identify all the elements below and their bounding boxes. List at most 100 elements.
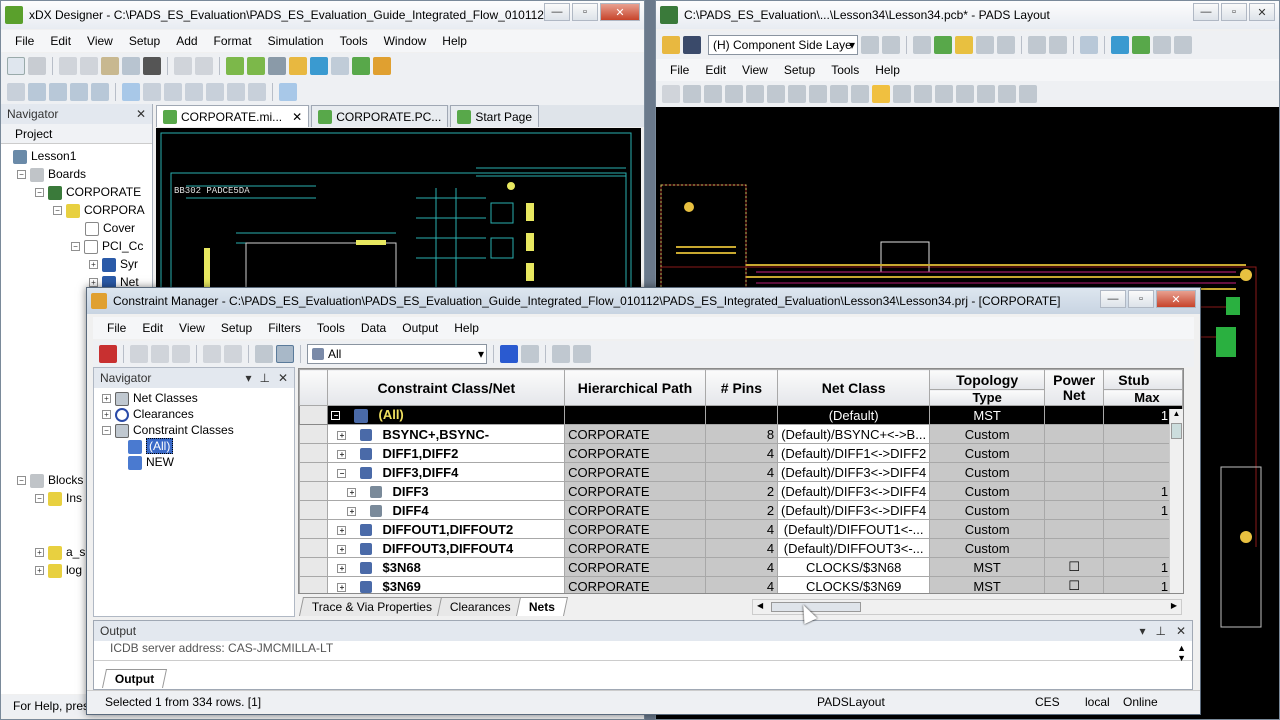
collapse-icon[interactable]: −: [337, 468, 347, 478]
cell-name[interactable]: − DIFF3,DIFF4: [327, 462, 566, 482]
menu-edit[interactable]: Edit: [697, 63, 734, 77]
cell-path[interactable]: CORPORATE: [564, 500, 706, 520]
close-icon[interactable]: ✕: [278, 371, 288, 385]
text-icon[interactable]: [206, 83, 224, 101]
binoculars-icon[interactable]: [143, 57, 161, 75]
row-selector[interactable]: [299, 405, 329, 425]
table-row[interactable]: + DIFFOUT1,DIFFOUT2 CORPORATE 4 (Default)/DI…: [299, 519, 1183, 539]
bus-icon[interactable]: [164, 83, 182, 101]
row-selector[interactable]: [299, 481, 329, 501]
symbol-icon[interactable]: [227, 83, 245, 101]
cell-power[interactable]: [1044, 443, 1105, 463]
row-selector[interactable]: [299, 462, 329, 482]
expand-icon[interactable]: +: [337, 449, 347, 459]
row-selector[interactable]: [299, 443, 329, 463]
layer-settings-icon[interactable]: [861, 36, 879, 54]
col-header-stub-max[interactable]: Max: [1103, 389, 1183, 406]
cell-power[interactable]: [1044, 481, 1105, 501]
dashboard-icon[interactable]: [500, 345, 518, 363]
distribute-icon[interactable]: [977, 85, 995, 103]
scroll-left-icon[interactable]: ◀: [757, 601, 763, 610]
cut-icon[interactable]: [59, 57, 77, 75]
table-row[interactable]: + DIFFOUT3,DIFFOUT4 CORPORATE 4 (Default)/DI…: [299, 538, 1183, 558]
cell-name[interactable]: + $3N68: [327, 557, 566, 577]
col-header-stub[interactable]: Stub: [1103, 369, 1183, 390]
cell-netclass[interactable]: (Default)/DIFF3<->DIFF4: [777, 481, 931, 501]
menu-help[interactable]: Help: [434, 34, 475, 48]
schematic-canvas[interactable]: BB302 PADCE5DA: [156, 128, 641, 298]
cell-power[interactable]: [1044, 462, 1105, 482]
cell-netclass[interactable]: (Default): [777, 405, 931, 425]
menu-setup[interactable]: Setup: [776, 63, 823, 77]
col-header-topology-type[interactable]: Type: [929, 389, 1046, 406]
paste-icon[interactable]: [101, 57, 119, 75]
layout-icon[interactable]: [352, 57, 370, 75]
tab-corporate-mi[interactable]: CORPORATE.mi... ✕: [156, 105, 310, 127]
minimize-button[interactable]: —: [544, 3, 570, 21]
cell-name[interactable]: + DIFF4: [327, 500, 566, 520]
cell-pins[interactable]: 4: [704, 538, 779, 558]
array-icon[interactable]: [998, 85, 1016, 103]
cell-topology[interactable]: Custom: [929, 538, 1046, 558]
cell-topology[interactable]: Custom: [929, 443, 1046, 463]
via-icon[interactable]: [935, 85, 953, 103]
row-selector[interactable]: [299, 424, 329, 444]
expand-icon[interactable]: +: [337, 430, 347, 440]
cell-netclass[interactable]: (Default)/DIFFOUT3<-...: [777, 538, 931, 558]
menu-tools[interactable]: Tools: [332, 34, 376, 48]
collapse-icon[interactable]: −: [17, 170, 26, 180]
col-header-name[interactable]: Constraint Class/Net: [327, 369, 566, 406]
pan-icon[interactable]: [91, 83, 109, 101]
design-icon[interactable]: [955, 36, 973, 54]
cell-path[interactable]: CORPORATE: [564, 576, 706, 593]
table-row[interactable]: + BSYNC+,BSYNC- CORPORATE 8 (Default)/BSYNC+…: [299, 424, 1183, 444]
close-button[interactable]: ✕: [1249, 3, 1275, 21]
pointer-icon[interactable]: [662, 85, 680, 103]
menu-edit[interactable]: Edit: [134, 321, 171, 335]
menu-view[interactable]: View: [79, 34, 121, 48]
cell-power[interactable]: ☐: [1044, 557, 1105, 577]
cell-path[interactable]: CORPORATE: [564, 481, 706, 501]
fit-icon[interactable]: [7, 83, 25, 101]
cell-netclass[interactable]: CLOCKS/$3N68: [777, 557, 931, 577]
cell-path[interactable]: CORPORATE: [564, 424, 706, 444]
cell-path[interactable]: CORPORATE: [564, 557, 706, 577]
menu-help[interactable]: Help: [446, 321, 487, 335]
menu-view[interactable]: View: [734, 63, 776, 77]
expand-icon[interactable]: +: [347, 487, 357, 497]
cell-netclass[interactable]: (Default)/DIFF3<->DIFF4: [777, 500, 931, 520]
menu-add[interactable]: Add: [168, 34, 205, 48]
drc-icon[interactable]: [976, 36, 994, 54]
highlight-icon[interactable]: [872, 85, 890, 103]
cell-power[interactable]: [1044, 500, 1105, 520]
expand-icon[interactable]: +: [89, 278, 98, 288]
row-selector[interactable]: [299, 500, 329, 520]
row-selector[interactable]: [299, 519, 329, 539]
expand-icon[interactable]: +: [102, 410, 111, 420]
net-icon[interactable]: [185, 83, 203, 101]
cell-path[interactable]: CORPORATE: [564, 519, 706, 539]
menu-view[interactable]: View: [171, 321, 213, 335]
cell-topology[interactable]: Custom: [929, 424, 1046, 444]
scroll-right-icon[interactable]: ▶: [1171, 601, 1177, 610]
tab-corporate-pc[interactable]: CORPORATE.PC...: [311, 105, 449, 127]
redo-icon[interactable]: [195, 57, 213, 75]
open-icon[interactable]: [662, 36, 680, 54]
menu-file[interactable]: File: [662, 63, 697, 77]
rotate-icon[interactable]: [746, 85, 764, 103]
board-icon[interactable]: [331, 57, 349, 75]
cell-name[interactable]: + DIFF3: [327, 481, 566, 501]
vertical-scroll-thumb[interactable]: [1171, 423, 1182, 439]
cell-name[interactable]: + DIFF1,DIFF2: [327, 443, 566, 463]
cell-path[interactable]: CORPORATE: [564, 443, 706, 463]
hierarchy-icon[interactable]: [255, 345, 273, 363]
redo-icon[interactable]: [224, 345, 242, 363]
tune-icon[interactable]: [914, 85, 932, 103]
expand-icon[interactable]: +: [35, 548, 44, 558]
project-tab[interactable]: Project: [1, 124, 152, 144]
row-selector[interactable]: [299, 557, 329, 577]
ces-icon[interactable]: [913, 36, 931, 54]
filter-icon[interactable]: [276, 345, 294, 363]
cell-pins[interactable]: 4: [704, 519, 779, 539]
glue-icon[interactable]: [809, 85, 827, 103]
